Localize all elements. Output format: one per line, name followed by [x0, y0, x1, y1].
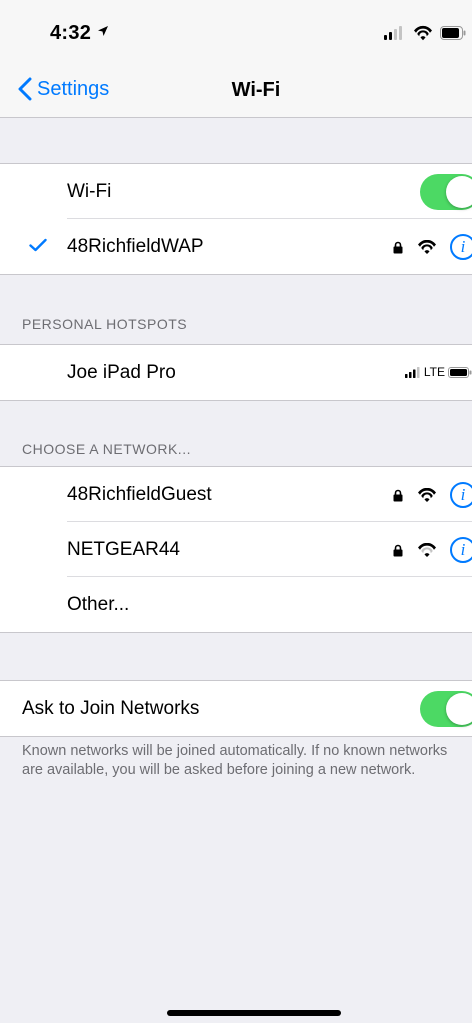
ask-to-join-row: Ask to Join Networks [0, 681, 472, 736]
choose-network-section-header: CHOOSE A NETWORK... [22, 441, 191, 457]
hotspot-status: LTE [404, 365, 472, 379]
ask-to-join-footer: Known networks will be joined automatica… [22, 743, 448, 778]
hotspot-battery-icon [448, 366, 472, 378]
wifi-group: Wi-Fi 48RichfieldWAP i [0, 163, 472, 275]
page-title: Wi-Fi [231, 79, 281, 101]
hotspot-network-type: LTE [423, 365, 445, 379]
info-icon[interactable]: i [450, 537, 472, 563]
status-time: 4:32 [50, 22, 92, 44]
other-network-label: Other... [67, 593, 130, 615]
lock-icon [393, 544, 403, 556]
wifi-signal-icon [418, 240, 436, 254]
wifi-toggle[interactable] [420, 174, 472, 210]
home-indicator[interactable] [167, 1010, 341, 1016]
connected-network-name: 48RichfieldWAP [67, 235, 204, 257]
location-arrow-icon [97, 24, 109, 42]
battery-icon [440, 26, 466, 40]
network-name: 48RichfieldGuest [67, 483, 212, 505]
info-icon[interactable]: i [450, 234, 472, 260]
info-icon[interactable]: i [450, 482, 472, 508]
status-indicators [384, 25, 466, 41]
connected-network-row[interactable]: 48RichfieldWAP i [0, 219, 472, 274]
network-row[interactable]: 48RichfieldGuest i [0, 467, 472, 522]
hotspot-name: Joe iPad Pro [67, 361, 176, 383]
hotspots-group: Joe iPad Pro LTE [0, 344, 472, 401]
wifi-toggle-label: Wi-Fi [67, 180, 112, 202]
hotspot-signal-icon [404, 366, 420, 378]
other-network-row[interactable]: Other... [0, 577, 472, 632]
navigation-bar: Settings Wi-Fi [0, 60, 472, 118]
ask-to-join-toggle-knob [446, 693, 472, 725]
network-row[interactable]: NETGEAR44 i [0, 522, 472, 577]
wifi-signal-icon [418, 488, 436, 502]
cellular-signal-icon [384, 26, 402, 40]
network-accessories: i [393, 233, 472, 261]
wifi-toggle-knob [446, 176, 472, 208]
network-accessories: i [393, 481, 472, 509]
hotspot-row[interactable]: Joe iPad Pro LTE [0, 345, 472, 400]
wifi-toggle-row: Wi-Fi [0, 164, 472, 219]
status-bar: 4:32 [0, 0, 472, 60]
lock-icon [393, 489, 403, 501]
checkmark-icon [29, 238, 47, 257]
lock-icon [393, 241, 403, 253]
ask-to-join-group: Ask to Join Networks [0, 680, 472, 737]
ask-to-join-toggle[interactable] [420, 691, 472, 727]
hotspots-section-header: PERSONAL HOTSPOTS [22, 316, 188, 332]
ask-to-join-label: Ask to Join Networks [22, 697, 200, 719]
wifi-settings-screen: 4:32 Settings Wi-Fi Wi-Fi 48RichfieldWAP… [0, 0, 472, 1023]
wifi-signal-icon [418, 543, 436, 557]
wifi-status-icon [414, 25, 432, 41]
networks-group: 48RichfieldGuest i NETGEAR44 i Other... [0, 466, 472, 633]
network-accessories: i [393, 536, 472, 564]
network-name: NETGEAR44 [67, 538, 180, 560]
